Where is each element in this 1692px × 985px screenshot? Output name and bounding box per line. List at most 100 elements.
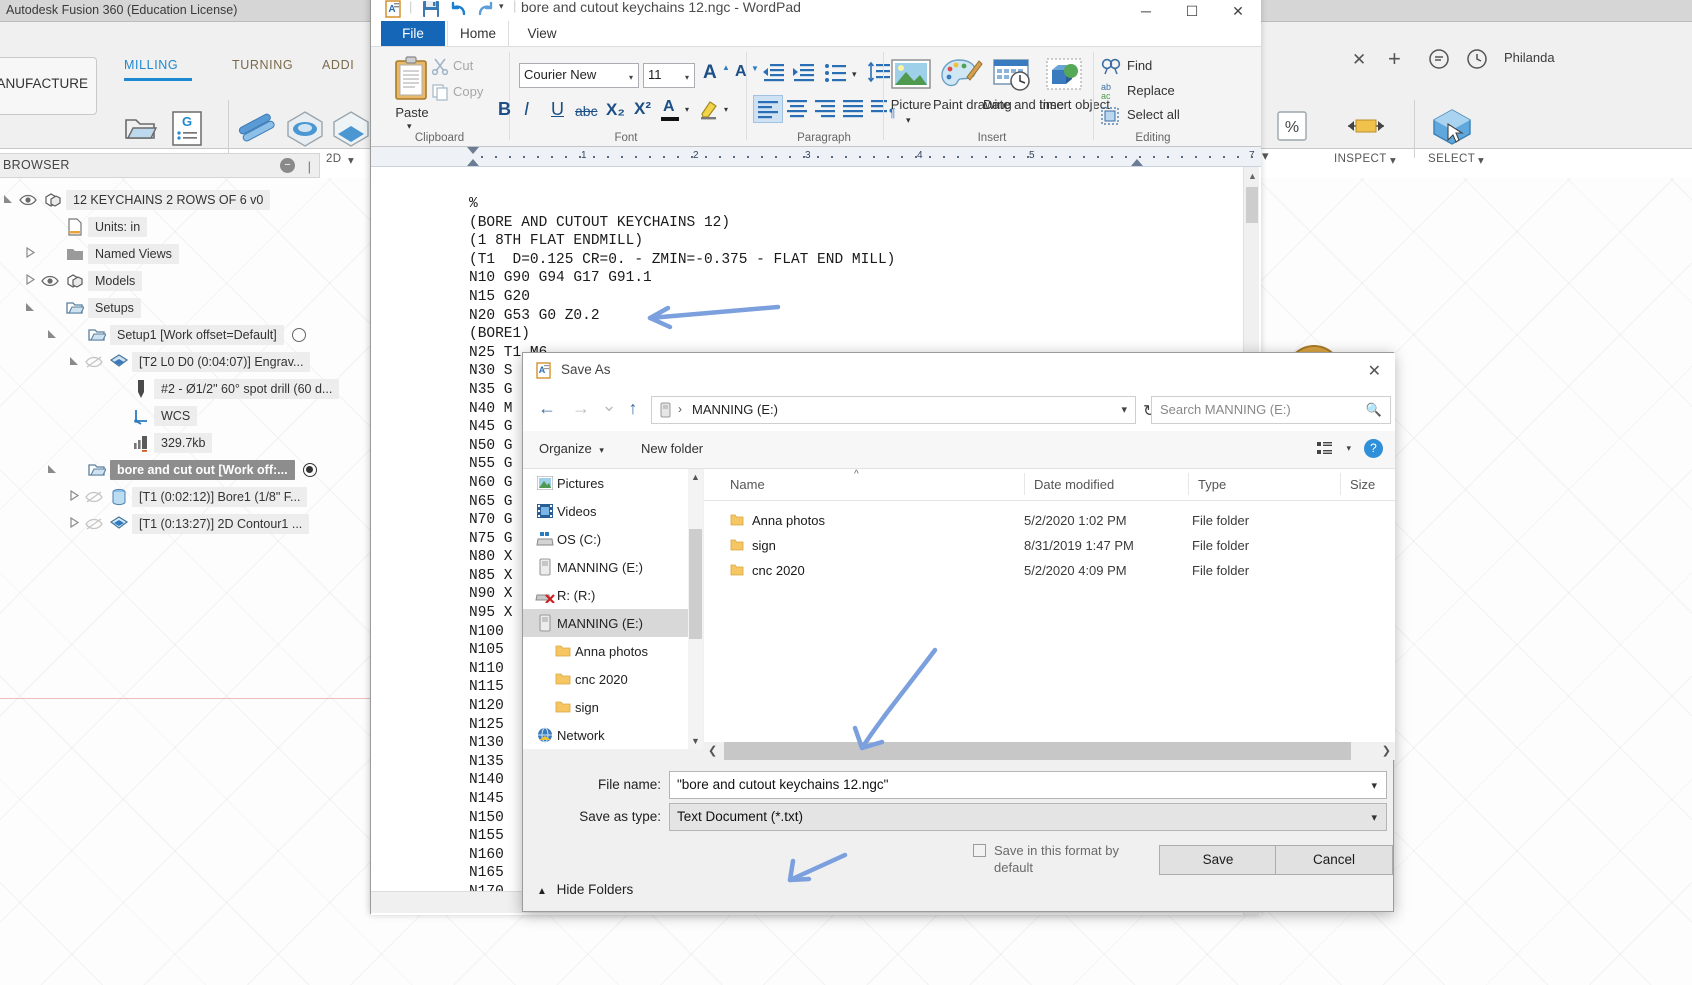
nav-up-button[interactable]: ↑ — [621, 398, 645, 419]
tab-view[interactable]: View — [511, 21, 573, 46]
inspect-caret-left[interactable]: ▾ — [1262, 148, 1269, 164]
workspace-switcher[interactable]: ANUFACTURE — [0, 57, 97, 115]
replace-label[interactable]: Replace — [1127, 83, 1175, 98]
picture-caret[interactable]: ▾ — [906, 115, 911, 126]
shrink-font-caret[interactable]: ▼ — [751, 64, 759, 73]
shrink-font-icon[interactable]: A — [735, 63, 747, 81]
nav-pane-item[interactable]: cnc 2020 — [523, 665, 692, 693]
tree-twisty-expanded[interactable] — [66, 355, 82, 369]
paint-drawing-icon[interactable] — [939, 57, 983, 93]
organize-button[interactable]: Organize ▾ — [539, 441, 604, 456]
search-icon[interactable]: 🔍 — [1366, 402, 1382, 418]
tree-item[interactable]: Units: in — [0, 213, 330, 240]
tree-twisty-collapsed[interactable] — [22, 246, 38, 261]
indent-marker-left[interactable] — [467, 147, 479, 154]
hscroll-left-icon[interactable]: ❮ — [708, 744, 717, 757]
nav-pane-item[interactable]: Anna photos — [523, 637, 692, 665]
ribbon-tab-additive[interactable]: ADDI — [322, 58, 354, 72]
column-separator-3[interactable] — [1340, 473, 1341, 495]
history-clock-icon[interactable] — [1466, 48, 1488, 70]
tree-twisty-expanded[interactable] — [44, 463, 60, 477]
date-and-time-icon[interactable] — [991, 57, 1035, 93]
picture-icon[interactable] — [889, 57, 933, 93]
milling-2d-icon[interactable] — [328, 106, 374, 150]
setup-new-icon[interactable] — [120, 108, 162, 150]
paste-icon[interactable] — [389, 55, 435, 103]
font-family-combo[interactable]: Courier New ▾ — [519, 63, 639, 88]
tree-item[interactable]: [T1 (0:13:27)] 2D Contour1 ... — [0, 510, 330, 537]
file-list-row[interactable]: sign 8/31/2019 1:47 PM File folder — [704, 534, 1395, 559]
save-type-select[interactable]: Text Document (*.txt) ▾ — [669, 803, 1387, 831]
tree-twisty-collapsed[interactable] — [66, 489, 82, 504]
view-dropdown-caret[interactable]: ▾ — [1346, 443, 1351, 454]
hscroll-thumb[interactable] — [724, 742, 1351, 760]
grow-font-caret[interactable]: ▲ — [722, 63, 730, 72]
hide-folders-button[interactable]: ▲ Hide Folders — [537, 882, 633, 897]
visibility-eye-icon[interactable] — [16, 193, 40, 207]
select-all-label[interactable]: Select all — [1127, 107, 1180, 122]
insert-object-icon[interactable] — [1045, 57, 1085, 93]
inspect-measure-icon[interactable] — [1342, 108, 1390, 144]
tree-twisty-expanded[interactable] — [44, 328, 60, 342]
nav-scroll-down-icon[interactable]: ▼ — [691, 736, 700, 746]
file-list[interactable]: Name ^ Date modified Type Size Anna phot… — [704, 469, 1395, 749]
nav-pane-item[interactable]: sign — [523, 693, 692, 721]
tree-item[interactable]: Named Views — [0, 240, 330, 267]
paste-dropdown-caret[interactable]: ▾ — [407, 121, 412, 132]
checkbox-box[interactable] — [973, 844, 986, 857]
nav-pane-item[interactable]: MANNING (E:) — [523, 553, 692, 581]
customize-qat-icon[interactable]: ▾ — [499, 1, 504, 12]
nav-scroll-thumb[interactable] — [689, 529, 702, 639]
tree-twisty-collapsed[interactable] — [22, 273, 38, 288]
visibility-eye-icon[interactable] — [82, 517, 106, 531]
decrease-indent-icon[interactable] — [761, 61, 787, 87]
nav-back-button[interactable]: ← — [535, 398, 559, 419]
new-folder-button[interactable]: New folder — [641, 441, 703, 456]
highlight-caret[interactable]: ▾ — [724, 105, 728, 114]
bold-button[interactable]: B — [498, 99, 511, 120]
organize-caret[interactable]: ▾ — [599, 445, 604, 455]
tree-item[interactable]: bore and cut out [Work off:... — [0, 456, 330, 483]
ribbon-tab-turning[interactable]: TURNING — [232, 58, 293, 72]
italic-button[interactable]: I — [524, 99, 529, 120]
tree-item[interactable]: Setups — [0, 294, 330, 321]
file-list-row[interactable]: Anna photos 5/2/2020 1:02 PM File folder — [704, 509, 1395, 534]
nav-recent-button[interactable]: ⌄ — [597, 395, 621, 416]
select-icon[interactable] — [1426, 104, 1478, 150]
search-box[interactable]: Search MANNING (E:) 🔍 — [1151, 396, 1391, 424]
tree-active-setup-radio[interactable] — [302, 462, 317, 477]
address-dropdown-caret[interactable]: ▾ — [1121, 403, 1127, 416]
paste-label[interactable]: Paste — [386, 105, 438, 120]
browser-resize-handle[interactable]: | — [308, 159, 311, 174]
twod-dropdown-caret[interactable]: ▾ — [348, 153, 354, 167]
find-label[interactable]: Find — [1127, 58, 1152, 73]
dialog-close-icon[interactable]: ✕ — [1368, 361, 1381, 381]
superscript-button[interactable]: X² — [634, 99, 651, 119]
wordpad-ruler[interactable]: 123457 — [371, 147, 1261, 167]
file-list-horizontal-scrollbar[interactable]: ❮ ❯ — [704, 742, 1395, 760]
browser-collapse-icon[interactable]: − — [280, 158, 295, 173]
milling-face-icon[interactable] — [282, 106, 328, 150]
save-type-dropdown-caret[interactable]: ▾ — [1371, 811, 1377, 824]
nav-pane-item[interactable]: Network — [523, 721, 692, 749]
tab-file[interactable]: File — [381, 21, 445, 46]
nav-pane-item[interactable]: Pictures — [523, 469, 692, 497]
text-color-button[interactable]: A — [663, 98, 675, 116]
save-icon[interactable] — [421, 0, 441, 19]
scroll-up-icon[interactable]: ▲ — [1248, 171, 1257, 181]
font-size-caret[interactable]: ▾ — [685, 69, 689, 86]
tree-twisty-collapsed[interactable] — [66, 516, 82, 531]
align-center-button[interactable] — [785, 97, 811, 121]
file-name-dropdown-caret[interactable]: ▾ — [1371, 779, 1377, 792]
close-tab-icon[interactable]: ✕ — [1352, 50, 1366, 70]
picture-label[interactable]: Picture — [886, 97, 936, 112]
tree-item[interactable]: [T2 L0 D0 (0:04:07)] Engrav... — [0, 348, 330, 375]
tree-item[interactable]: 329.7kb — [0, 429, 330, 456]
find-icon[interactable] — [1101, 57, 1121, 75]
inspect-dropdown-caret[interactable]: ▾ — [1390, 153, 1396, 167]
column-date-modified[interactable]: Date modified — [1034, 477, 1114, 492]
ribbon-tab-milling[interactable]: MILLING — [124, 58, 178, 72]
tab-home[interactable]: Home — [447, 21, 509, 46]
visibility-eye-icon[interactable] — [82, 355, 106, 369]
nav-pane-item[interactable]: R: (R:) — [523, 581, 692, 609]
